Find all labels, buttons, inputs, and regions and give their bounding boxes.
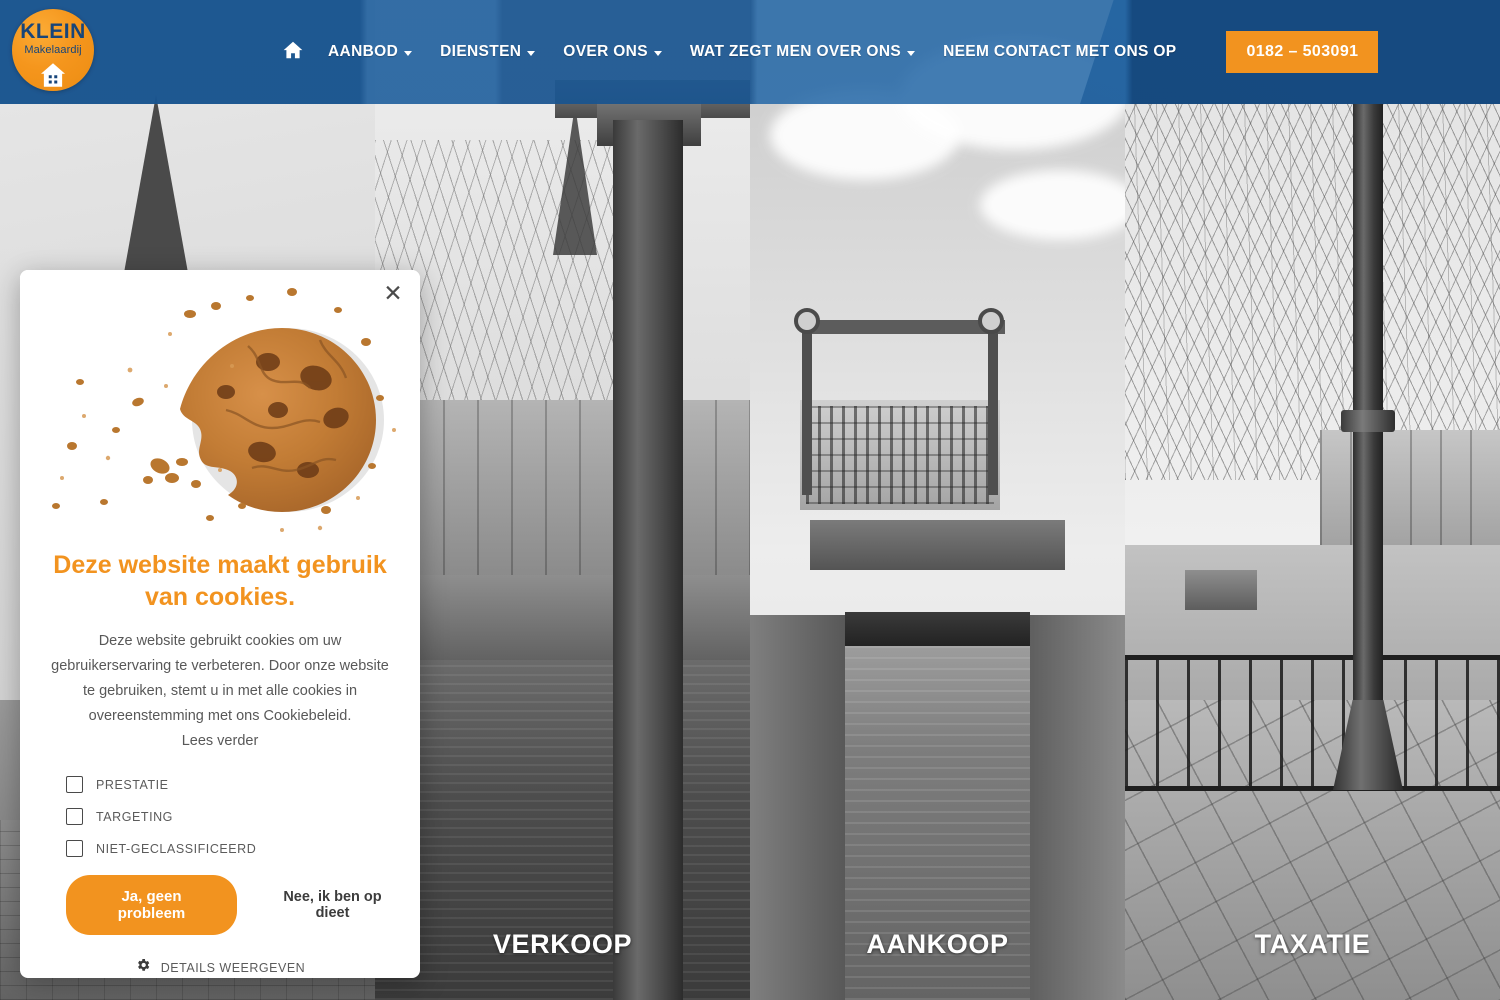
cookie-category-prestatie[interactable]: PRESTATIE [66,776,394,793]
nav-item-over-ons-label: OVER ONS [563,43,648,60]
panel-2-artwork [375,0,750,1000]
gear-icon [135,957,151,978]
chevron-down-icon [907,50,916,56]
hero-panel-4-caption: TAXATIE [1254,929,1371,959]
cookie-actions: Ja, geen probleem Nee, ik ben op dieet [66,875,394,935]
cookie-image [20,270,420,538]
cookie-body-copy: Deze website gebruikt cookies om uw gebr… [51,633,389,725]
accept-cookies-button[interactable]: Ja, geen probleem [66,875,237,935]
home-icon [282,39,304,66]
phone-button[interactable]: 0182 – 503091 [1226,31,1379,73]
hero-panel-aankoop[interactable]: AANKOOP [750,0,1125,1000]
nav-item-diensten-label: DIENSTEN [440,43,522,60]
logo-tagline: Makelaardij [24,44,82,56]
cookie-dialog-text: Deze website gebruikt cookies om uw gebr… [46,629,394,754]
hero-panel-verkoop[interactable]: VERKOOP [375,0,750,1000]
show-details-button[interactable]: DETAILS WEERGEVEN [46,957,394,978]
close-icon[interactable]: ✕ [380,280,406,306]
brand-logo[interactable]: KLEIN Makelaardij [12,9,94,91]
cookie-category-targeting-label: TARGETING [96,809,173,824]
cookie-category-niet-geclassificeerd-label: NIET-GECLASSIFICEERD [96,841,257,856]
chevron-down-icon [527,50,536,56]
nav-item-aanbod[interactable]: AANBOD [314,43,426,61]
show-details-label: DETAILS WEERGEVEN [160,960,306,975]
page-root: VERKOOP AANKOOP TAXATIE KLEIN Makelaardi… [0,0,1500,1000]
cookie-consent-dialog: ✕ Deze website maakt gebruik van cookies… [20,270,420,978]
nav-home-link[interactable] [272,39,314,66]
nav-item-neem-contact-label: NEEM CONTACT MET ONS OP [943,43,1177,60]
nav-item-diensten[interactable]: DIENSTEN [426,43,549,61]
checkbox-targeting[interactable] [66,808,83,825]
decline-cookies-button[interactable]: Nee, ik ben op dieet [271,889,394,921]
main-navigation: AANBOD DIENSTEN OVER ONS WAT ZEGT MEN OV… [272,0,1379,104]
chevron-down-icon [653,50,662,56]
logo-name: KLEIN [20,20,86,43]
nav-item-wat-zegt-men-over-ons[interactable]: WAT ZEGT MEN OVER ONS [676,43,929,61]
checkbox-niet-geclassificeerd[interactable] [66,840,83,857]
cookie-category-niet-geclassificeerd[interactable]: NIET-GECLASSIFICEERD [66,840,394,857]
site-header: KLEIN Makelaardij AANBOD DIENSTEN OVER O… [0,0,1500,104]
hero-panel-3-caption: AANKOOP [866,929,1009,959]
checkbox-prestatie[interactable] [66,776,83,793]
cookie-category-prestatie-label: PRESTATIE [96,777,169,792]
chevron-down-icon [404,50,413,56]
hero-panel-2-caption: VERKOOP [492,929,633,959]
panel-3-artwork [750,0,1125,1000]
nav-item-wat-zegt-men-over-ons-label: WAT ZEGT MEN OVER ONS [689,43,902,60]
cookie-dialog-body: Deze website maakt gebruik van cookies. … [20,538,420,978]
cookie-category-list: PRESTATIE TARGETING NIET-GECLASSIFICEERD [66,776,394,857]
house-icon [38,60,68,95]
cookie-dialog-title: Deze website maakt gebruik van cookies. [53,550,387,611]
nav-item-neem-contact-met-ons-op[interactable]: NEEM CONTACT MET ONS OP [929,43,1190,61]
nav-item-aanbod-label: AANBOD [328,43,399,60]
nav-item-over-ons[interactable]: OVER ONS [549,43,676,61]
panel-4-artwork [1125,0,1500,1000]
cookie-category-targeting[interactable]: TARGETING [66,808,394,825]
hero-panel-taxatie[interactable]: TAXATIE [1125,0,1500,1000]
read-more-link[interactable]: Lees verder [182,733,259,749]
